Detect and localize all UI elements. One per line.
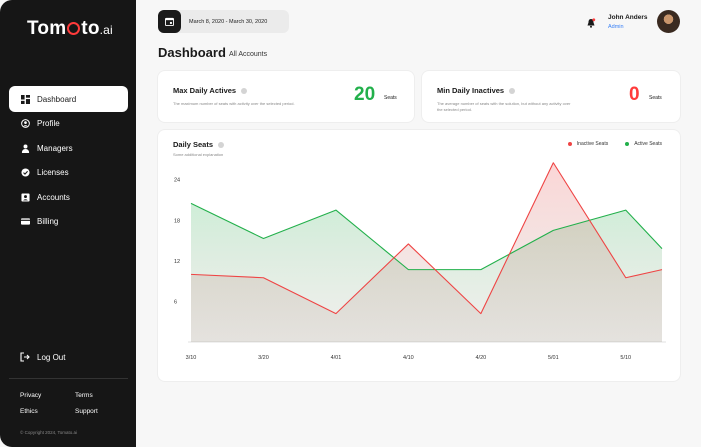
y-tick-label: 12 [174, 259, 180, 265]
x-tick-label: 4/20 [475, 355, 486, 361]
date-range-picker[interactable]: March 8, 2020 - March 30, 2020 [158, 10, 289, 33]
tomato-icon [67, 22, 81, 35]
info-icon[interactable] [509, 87, 516, 94]
logo-text: Tom [27, 18, 67, 39]
info-icon[interactable] [218, 141, 225, 148]
legend-label: Inactive Seats [576, 141, 609, 147]
stat-card-value: 0 [629, 84, 640, 105]
stat-title-text: Min Daily Inactives [437, 86, 505, 95]
legend-item-inactive[interactable]: Inactive Seats [567, 141, 609, 147]
licenses-icon [20, 168, 30, 178]
stat-card-value: 20 [354, 84, 376, 105]
chart-subtitle: Some additional explanation [173, 152, 224, 157]
x-tick-label: 3/20 [258, 355, 269, 361]
support-link[interactable]: Support [75, 408, 130, 415]
notification-bell-icon[interactable] [586, 15, 596, 28]
x-tick-label: 4/01 [331, 355, 342, 361]
x-tick-label: 5/10 [620, 355, 631, 361]
sidebar-item-billing[interactable]: Billing [9, 209, 128, 235]
app-window: Tom to .ai Dashboard Profile Managers Lice… [0, 0, 701, 447]
stat-card-max-daily-actives: Max Daily Actives The maximum number of … [158, 71, 414, 122]
sidebar: Tom to .ai Dashboard Profile Managers Lice… [0, 0, 136, 447]
stat-card-description: The maximum number of seats with activit… [173, 101, 295, 106]
y-tick-label: 24 [174, 178, 180, 184]
stat-card-unit: Seats [649, 95, 662, 101]
daily-seats-chart: 24 18 12 6 3/10 3/20 4/01 4/10 4/20 5/01 5/10 [174, 162, 666, 361]
dashboard-icon [20, 94, 30, 104]
sidebar-item-accounts[interactable]: Accounts [9, 184, 128, 210]
info-icon[interactable] [241, 87, 248, 94]
sidebar-item-dashboard[interactable]: Dashboard [9, 86, 128, 112]
sidebar-nav: Dashboard Profile Managers Licenses Acco… [9, 86, 128, 233]
chart-title: Daily Seats [173, 140, 225, 149]
logo-suffix: .ai [99, 23, 113, 37]
legend-swatch [625, 142, 630, 146]
page-title: Dashboard [158, 45, 226, 60]
logout-button[interactable]: Log Out [20, 352, 65, 362]
sidebar-item-managers[interactable]: Managers [9, 135, 128, 161]
stat-card-title: Max Daily Actives [173, 86, 248, 95]
y-tick-label: 18 [174, 218, 180, 224]
avatar[interactable] [657, 10, 680, 33]
x-tick-label: 4/10 [403, 355, 414, 361]
footer-links: Privacy Terms Ethics Support [20, 392, 130, 415]
sidebar-item-label: Profile [37, 119, 60, 128]
x-tick-label: 3/10 [186, 355, 197, 361]
page-subtitle: All Accounts [229, 51, 268, 58]
brand-logo[interactable]: Tom to .ai [27, 18, 113, 40]
chart-title-text: Daily Seats [173, 140, 214, 149]
terms-link[interactable]: Terms [75, 392, 130, 399]
sidebar-item-label: Accounts [37, 192, 70, 202]
privacy-link[interactable]: Privacy [20, 392, 75, 399]
sidebar-item-label: Dashboard [37, 94, 77, 104]
logout-icon [20, 352, 30, 362]
profile-icon [20, 119, 30, 129]
daily-seats-chart-card: 24 18 12 6 3/10 3/20 4/01 4/10 4/20 5/01 5/10 Dail… [158, 130, 680, 381]
user-role: Admin [608, 24, 624, 30]
sidebar-item-label: Licenses [37, 168, 69, 177]
y-tick-label: 6 [174, 299, 177, 305]
sidebar-item-label: Managers [37, 143, 73, 153]
sidebar-item-profile[interactable]: Profile [9, 111, 128, 137]
stat-card-description: The average number of seats with the sol… [437, 101, 571, 112]
ethics-link[interactable]: Ethics [20, 408, 75, 415]
accounts-icon [20, 192, 30, 202]
user-name: John Anders [608, 14, 648, 21]
sidebar-item-licenses[interactable]: Licenses [9, 160, 128, 186]
stat-title-text: Max Daily Actives [173, 86, 237, 95]
date-range-text: March 8, 2020 - March 30, 2020 [189, 18, 268, 25]
logo-text-mid: to [81, 18, 100, 39]
sidebar-divider [9, 378, 128, 379]
stat-card-title: Min Daily Inactives [437, 86, 516, 95]
chart-legend: Inactive Seats Active Seats [551, 141, 662, 147]
legend-swatch [567, 142, 572, 146]
sidebar-item-label: Billing [37, 217, 59, 226]
stat-card-min-daily-inactives: Min Daily Inactives The average number o… [422, 71, 680, 122]
copyright-text: © Copyright 2024, Tomato.ai [20, 430, 78, 435]
legend-label: Active Seats [634, 141, 662, 147]
billing-icon [20, 217, 30, 227]
x-tick-label: 5/01 [548, 355, 559, 361]
managers-icon [20, 143, 30, 153]
logout-label: Log Out [37, 352, 66, 362]
legend-item-active[interactable]: Active Seats [625, 141, 662, 147]
stat-card-unit: Seats [384, 95, 397, 101]
calendar-icon [158, 10, 181, 33]
